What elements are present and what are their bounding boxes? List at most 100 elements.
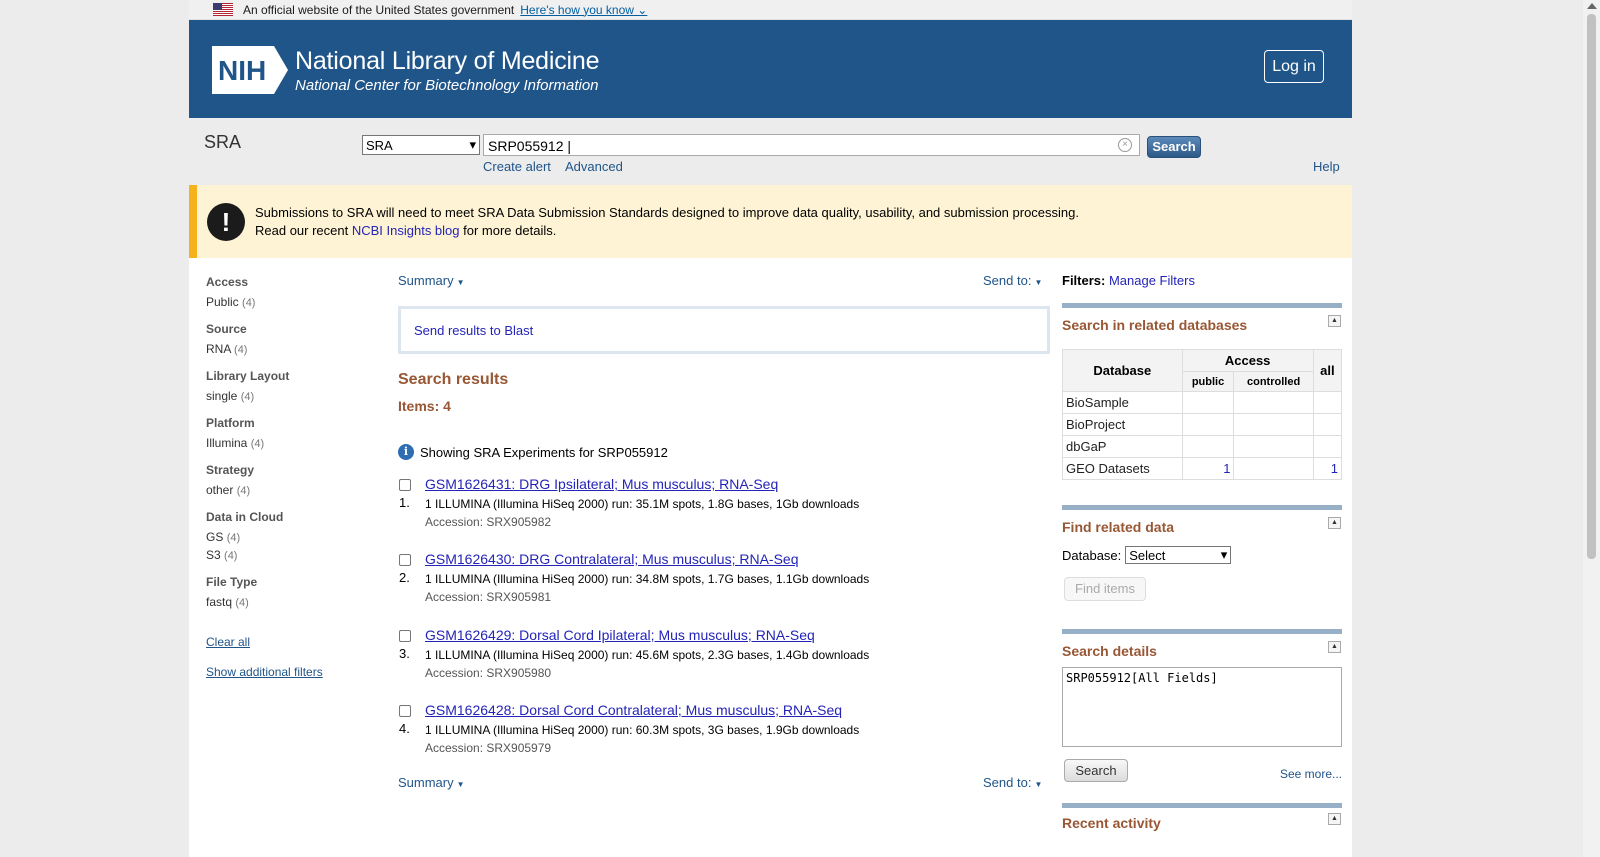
caret-down-icon: ▼: [1034, 780, 1043, 789]
col-database: Database: [1062, 349, 1183, 392]
info-message: i Showing SRA Experiments for SRP055912: [398, 444, 668, 460]
facet-library-layout: Library Layout single (4): [206, 369, 366, 403]
see-more-link[interactable]: See more...: [1280, 767, 1342, 781]
find-related-title: Find related data: [1062, 519, 1175, 535]
facet-item-single[interactable]: single (4): [206, 389, 366, 403]
search-button[interactable]: Search: [1147, 136, 1201, 158]
result-number: 1.: [399, 495, 410, 510]
nlm-subtitle: National Center for Biotechnology Inform…: [295, 77, 599, 94]
result-description: 1 ILLUMINA (Illumina HiSeq 2000) run: 60…: [425, 723, 860, 737]
login-button[interactable]: Log in: [1264, 50, 1324, 83]
items-count: Items: 4: [398, 398, 451, 414]
search-details-title: Search details: [1062, 643, 1157, 659]
scroll-thumb[interactable]: [1587, 14, 1596, 559]
send-to-menu-bottom[interactable]: Send to: ▼: [983, 775, 1042, 790]
related-databases-table: Database Access all public controlled Bi…: [1062, 349, 1343, 480]
result-title-link[interactable]: GSM1626428: Dorsal Cord Contralateral; M…: [425, 702, 842, 718]
blast-box: Send results to Blast: [398, 306, 1050, 354]
details-search-button[interactable]: Search: [1064, 759, 1128, 782]
heres-how-you-know-link[interactable]: Here's how you know ⌄: [520, 3, 647, 17]
related-databases-title: Search in related databases: [1062, 317, 1248, 333]
alert-line-1: Submissions to SRA will need to meet SRA…: [255, 205, 1080, 220]
clear-all-link[interactable]: Clear all: [206, 635, 366, 649]
table-row: dbGaP: [1062, 435, 1343, 458]
facet-file-type: File Type fastq (4): [206, 575, 366, 609]
create-alert-link[interactable]: Create alert: [483, 159, 551, 174]
geo-all-count-link[interactable]: 1: [1331, 461, 1338, 476]
alert-line-2: Read our recent NCBI Insights blog for m…: [255, 223, 557, 238]
related-databases-portlet: Search in related databases ▲ Database A…: [1062, 303, 1343, 480]
result-checkbox[interactable]: [399, 630, 411, 642]
collapse-toggle-icon[interactable]: ▲: [1328, 517, 1341, 529]
facet-item-gs[interactable]: GS (4): [206, 530, 366, 544]
details-actions: Search See more...: [1062, 759, 1342, 789]
result-accession: Accession: SRX905982: [425, 515, 552, 529]
help-link[interactable]: Help: [1313, 159, 1340, 174]
result-number: 4.: [399, 721, 410, 736]
col-access: Access: [1181, 349, 1314, 372]
gov-banner-text: An official website of the United States…: [243, 2, 515, 17]
ncbi-insights-blog-link[interactable]: NCBI Insights blog: [352, 223, 460, 238]
facet-strategy: Strategy other (4): [206, 463, 366, 497]
nlm-header: NIH National Library of Medicine Nationa…: [189, 20, 1352, 118]
gov-banner: An official website of the United States…: [189, 0, 1352, 20]
facet-item-rna[interactable]: RNA (4): [206, 342, 366, 356]
facet-item-public[interactable]: Public (4): [206, 295, 366, 309]
result-description: 1 ILLUMINA (Illumina HiSeq 2000) run: 35…: [425, 497, 860, 511]
clear-search-icon[interactable]: ×: [1118, 138, 1132, 152]
database-select-value: SRA: [366, 137, 393, 153]
collapse-toggle-icon[interactable]: ▲: [1328, 813, 1341, 825]
summary-format-menu-bottom[interactable]: Summary ▼: [398, 775, 465, 790]
facet-sidebar: Access Public (4) Source RNA (4) Library…: [206, 275, 366, 679]
chevron-down-icon: ▾: [469, 137, 476, 152]
send-to-menu[interactable]: Send to: ▼: [983, 273, 1042, 288]
related-database-select[interactable]: Select ▾: [1125, 546, 1232, 564]
page-scrollbar[interactable]: [1583, 0, 1600, 857]
nlm-title[interactable]: National Library of Medicine: [295, 47, 599, 76]
info-icon: i: [398, 444, 414, 460]
facet-item-other[interactable]: other (4): [206, 483, 366, 497]
result-title-link[interactable]: GSM1626429: Dorsal Cord Ipilateral; Mus …: [425, 627, 815, 643]
result-description: 1 ILLUMINA (Illumina HiSeq 2000) run: 45…: [425, 648, 870, 662]
nih-logo[interactable]: NIH: [212, 46, 288, 94]
facet-access: Access Public (4): [206, 275, 366, 309]
collapse-toggle-icon[interactable]: ▲: [1328, 315, 1341, 327]
result-checkbox[interactable]: [399, 705, 411, 717]
nih-logo-text: NIH: [218, 55, 266, 86]
table-row: BioSample: [1062, 391, 1343, 414]
database-select[interactable]: SRA ▾: [362, 135, 480, 155]
result-accession: Accession: SRX905979: [425, 741, 552, 755]
submission-alert: ! Submissions to SRA will need to meet S…: [189, 185, 1352, 258]
search-details-textarea[interactable]: SRP055912[All Fields]: [1062, 667, 1342, 747]
advanced-search-link[interactable]: Advanced: [565, 159, 623, 174]
facet-item-s3[interactable]: S3 (4): [206, 548, 366, 562]
facet-item-fastq[interactable]: fastq (4): [206, 595, 366, 609]
chevron-down-icon: ▾: [1220, 547, 1228, 562]
find-items-button[interactable]: Find items: [1064, 577, 1146, 601]
search-input[interactable]: SRP055912 | ×: [483, 134, 1140, 156]
result-checkbox[interactable]: [399, 554, 411, 566]
scroll-up-icon[interactable]: [1587, 3, 1597, 9]
manage-filters-link[interactable]: Manage Filters: [1109, 273, 1195, 288]
show-additional-filters-link[interactable]: Show additional filters: [206, 665, 366, 679]
geo-public-count-link[interactable]: 1: [1223, 461, 1230, 476]
result-title-link[interactable]: GSM1626430: DRG Contralateral; Mus muscu…: [425, 551, 798, 567]
send-results-to-blast-link[interactable]: Send results to Blast: [414, 323, 533, 338]
us-flag-icon: [213, 3, 233, 16]
result-accession: Accession: SRX905981: [425, 590, 552, 604]
table-row: GEO Datasets 1 1: [1062, 457, 1343, 480]
facet-data-in-cloud: Data in Cloud GS (4) S3 (4): [206, 510, 366, 562]
table-row: BioProject: [1062, 413, 1343, 436]
caret-down-icon: ▼: [1034, 278, 1043, 287]
result-title-link[interactable]: GSM1626431: DRG Ipsilateral; Mus musculu…: [425, 476, 778, 492]
database-line: Database: Select ▾: [1062, 546, 1342, 564]
facet-source: Source RNA (4): [206, 322, 366, 356]
facet-item-illumina[interactable]: Illumina (4): [206, 436, 366, 450]
facet-platform: Platform Illumina (4): [206, 416, 366, 450]
result-checkbox[interactable]: [399, 479, 411, 491]
result-accession: Accession: SRX905980: [425, 666, 552, 680]
page: An official website of the United States…: [189, 0, 1352, 857]
collapse-toggle-icon[interactable]: ▲: [1328, 641, 1341, 653]
summary-format-menu[interactable]: Summary ▼: [398, 273, 465, 288]
recent-activity-portlet: Recent activity ▲: [1062, 803, 1342, 831]
